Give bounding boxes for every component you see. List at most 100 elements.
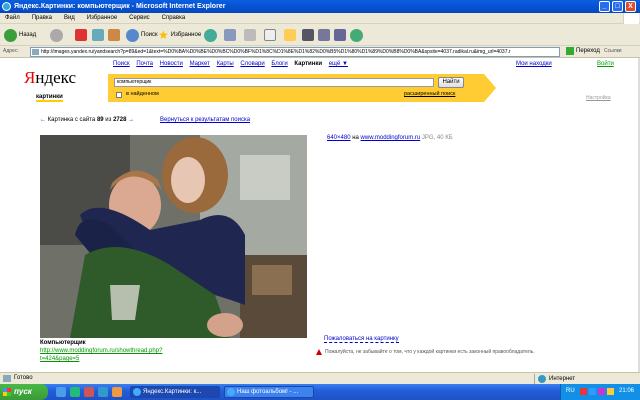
tool-3-button[interactable]	[334, 27, 346, 43]
menu-file[interactable]: Файл	[0, 13, 25, 24]
tool-icon	[318, 29, 330, 41]
nav-item-blogs[interactable]: Блоги	[271, 61, 287, 67]
refresh-button[interactable]	[92, 27, 104, 43]
search-button[interactable]: Поиск	[126, 27, 158, 43]
folder-button[interactable]	[284, 27, 296, 43]
go-label: Переход	[576, 48, 600, 54]
edit-button[interactable]	[264, 27, 276, 43]
messenger-icon	[350, 28, 363, 42]
close-button[interactable]: X	[625, 1, 636, 12]
clock: 21:06	[619, 388, 635, 394]
windows-flag-icon	[3, 388, 11, 396]
tray-app-icon[interactable]	[598, 388, 605, 395]
find-button[interactable]: Найти	[438, 77, 464, 88]
my-finds-link[interactable]: Мои находки	[516, 61, 552, 67]
quicklaunch-ie-icon[interactable]	[56, 387, 66, 397]
address-label: Адрес:	[3, 48, 19, 54]
source-site-link[interactable]: www.moddingforum.ru	[361, 135, 421, 141]
tool-2-button[interactable]	[318, 27, 330, 43]
search-input[interactable]: компьютерщик	[114, 78, 434, 87]
tray-app-icon[interactable]	[589, 388, 596, 395]
in-found-label: в найденном	[126, 91, 159, 97]
print-button[interactable]	[244, 27, 256, 43]
login-link[interactable]: Войти	[597, 61, 614, 67]
stop-button[interactable]	[75, 27, 87, 43]
menu-view[interactable]: Вид	[59, 13, 80, 24]
task-yandex-window[interactable]: Яндекс.Картинки: к...	[130, 386, 220, 398]
toolbar: Назад Поиск ★ Избранное	[0, 24, 640, 46]
tool-k-button[interactable]	[302, 27, 314, 43]
complain-link[interactable]: Пожаловаться на картинку	[324, 336, 399, 343]
nav-item-maps[interactable]: Карты	[217, 61, 234, 67]
ie-logo-icon	[2, 2, 11, 11]
nav-item-market[interactable]: Маркет	[190, 61, 210, 67]
back-button[interactable]: Назад	[4, 27, 36, 43]
advanced-search-link[interactable]: расширенный поиск	[404, 91, 455, 97]
nav-item-images: Картинки	[294, 61, 323, 67]
maximize-button[interactable]: □	[612, 1, 623, 12]
menu-help[interactable]: Справка	[157, 13, 191, 24]
quicklaunch-icon[interactable]	[84, 387, 94, 397]
security-zone: Интернет	[534, 374, 575, 384]
search-label: Поиск	[141, 32, 158, 38]
service-nav: Поиск Почта Новости Маркет Карты Словари…	[113, 61, 353, 67]
messenger-button[interactable]	[350, 27, 363, 43]
next-arrow-icon[interactable]: →	[128, 117, 134, 123]
page-done-icon	[3, 375, 11, 382]
menu-tools[interactable]: Сервис	[124, 13, 155, 24]
home-button[interactable]	[108, 27, 120, 43]
image-meta: JPG, 40 КБ	[421, 135, 453, 141]
address-bar: Адрес: http://images.yandex.ru/yandsearc…	[0, 46, 640, 58]
forward-button[interactable]	[50, 27, 63, 43]
minimize-button[interactable]: _	[599, 1, 610, 12]
print-icon	[244, 29, 256, 41]
menu-edit[interactable]: Правка	[27, 13, 57, 24]
result-photo[interactable]	[40, 135, 307, 338]
links-button[interactable]: Ссылки	[604, 48, 622, 54]
photo-illustration	[40, 135, 307, 338]
quicklaunch-icon[interactable]	[112, 387, 122, 397]
image-size-link[interactable]: 640×480	[327, 135, 351, 141]
image-counter: ← Картинка с сайта 89 из 2728 →	[40, 117, 134, 123]
favorites-button[interactable]: ★ Избранное	[158, 27, 201, 43]
nav-item-dictionaries[interactable]: Словари	[240, 61, 264, 67]
quicklaunch-icon[interactable]	[70, 387, 80, 397]
counter-index: 89	[96, 117, 104, 123]
yandex-logo[interactable]: Яндекс	[24, 69, 76, 87]
nav-item-mail[interactable]: Почта	[136, 61, 153, 67]
copyright-notice: Пожалуйста, не забывайте о том, что у ка…	[316, 349, 535, 355]
in-found-checkbox[interactable]	[116, 92, 122, 98]
logo-subtitle[interactable]: картинки	[36, 94, 63, 102]
nav-item-news[interactable]: Новости	[160, 61, 183, 67]
notice-text: Пожалуйста, не забывайте о том, что у ка…	[325, 349, 535, 355]
caption-url-link[interactable]: http://www.moddingforum.ru/showthread.ph…	[40, 348, 162, 354]
mail-button[interactable]	[224, 27, 236, 43]
prev-arrow-icon[interactable]: ←	[40, 117, 46, 123]
go-button[interactable]: Переход	[566, 47, 600, 55]
task-album-window[interactable]: Наш фотоальбом! - ...	[224, 386, 314, 398]
settings-link[interactable]: Настройка	[586, 95, 611, 101]
stop-icon	[75, 29, 87, 41]
address-url: http://images.yandex.ru/yandsearch?p=89&…	[41, 49, 511, 55]
tray-app-icon[interactable]	[580, 388, 587, 395]
language-indicator[interactable]: RU	[566, 388, 575, 394]
address-input[interactable]: http://images.yandex.ru/yandsearch?p=89&…	[30, 47, 560, 57]
start-button[interactable]: пуск	[0, 384, 48, 400]
window-title: Яндекс.Картинки: компьютерщик - Microsof…	[14, 3, 226, 10]
history-button[interactable]	[204, 27, 217, 43]
task-label: Наш фотоальбом! - ...	[237, 389, 299, 395]
logo-letter: Я	[24, 68, 36, 87]
back-to-results-link[interactable]: Вернуться к результатам поиска	[160, 117, 250, 123]
windows-flag-icon	[623, 13, 639, 24]
caption-url-link-cont[interactable]: t=424&page=5	[40, 356, 79, 362]
menu-favorites[interactable]: Избранное	[82, 13, 122, 24]
back-label: Назад	[19, 32, 37, 38]
nav-item-more[interactable]: ещё ▼	[329, 61, 348, 67]
folder-icon	[284, 29, 296, 41]
nav-item-search[interactable]: Поиск	[113, 61, 130, 67]
start-label: пуск	[14, 387, 32, 396]
ie-icon	[227, 388, 235, 396]
quicklaunch-desktop-icon[interactable]	[98, 387, 108, 397]
window-titlebar[interactable]: Яндекс.Картинки: компьютерщик - Microsof…	[0, 0, 640, 13]
volume-icon[interactable]	[607, 388, 614, 395]
